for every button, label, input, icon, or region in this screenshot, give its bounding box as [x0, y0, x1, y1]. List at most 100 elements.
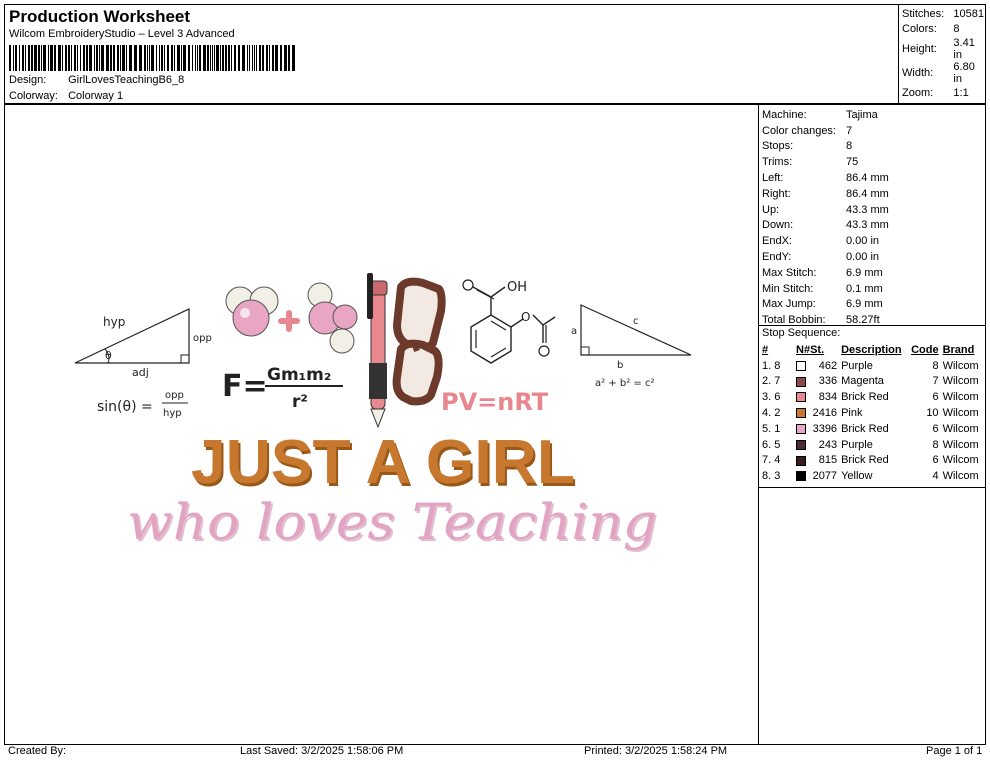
worksheet-footer: Created By: Last Saved: 3/2/2025 1:58:06… — [4, 744, 986, 758]
stop-brand: Wilcom — [942, 375, 979, 388]
color-swatch — [796, 455, 806, 466]
machine-value: 43.3 mm — [846, 219, 889, 232]
stop-description: Pink — [841, 407, 863, 420]
stat-row: Colors: 8 — [902, 22, 984, 38]
trig-frac-num: opp — [165, 390, 184, 401]
chem-oh-label: OH — [507, 280, 527, 295]
stat-label: Width: — [902, 67, 934, 79]
stop-description: Brick Red — [841, 422, 889, 435]
machine-value: 75 — [846, 156, 859, 169]
machine-label: EndX: — [762, 235, 792, 248]
plus-icon — [278, 310, 300, 332]
color-swatch — [796, 423, 806, 434]
stat-label: Zoom: — [902, 86, 934, 99]
page-number: Page 1 of 1 — [926, 745, 983, 757]
stop-stitch-count: 3396 — [812, 422, 838, 435]
stop-stitch-count: 462 — [818, 359, 838, 372]
stop-description: Purple — [841, 359, 873, 372]
stop-description: Magenta — [841, 375, 884, 388]
color-swatch — [796, 439, 806, 450]
stat-label: Colors: — [902, 23, 937, 36]
stat-value: 3.41 in — [953, 37, 975, 61]
color-swatch-cell — [796, 437, 810, 453]
pythag-c-label: c — [633, 316, 639, 327]
stop-brand: Wilcom — [942, 407, 979, 420]
machine-label: Max Jump: — [762, 298, 816, 311]
panel-divider — [759, 487, 985, 488]
stop-seq: 6. 5 — [762, 438, 781, 451]
design-stats-table: Stitches: 10581 Colors: 8 Height: 3.41 in Widt… — [902, 6, 984, 101]
design-label: Design: — [9, 74, 47, 86]
stop-brand: Wilcom — [942, 359, 979, 372]
stop-stitch-count: 834 — [818, 391, 838, 404]
stop-sequence-row: 4. 2 2416 Pink 10 Wilcom — [762, 405, 984, 421]
color-swatch — [796, 392, 806, 403]
stop-seq: 1. 8 — [762, 359, 781, 372]
molecule-icon-2 — [307, 282, 358, 354]
last-saved: Last Saved: 3/2/2025 1:58:06 PM — [240, 745, 404, 757]
color-swatch-cell — [796, 374, 810, 390]
colorway-value: Colorway 1 — [68, 90, 124, 102]
gravity-denominator: r² — [292, 392, 308, 412]
stop-sequence-row: 8. 3 2077 Yellow 4 Wilcom — [762, 468, 984, 484]
machine-label: Down: — [762, 219, 794, 232]
machine-value: 86.4 mm — [846, 187, 889, 200]
stop-description: Brick Red — [841, 454, 889, 467]
stop-description: Yellow — [841, 470, 873, 483]
color-swatch — [796, 471, 806, 482]
stop-seq: 5. 1 — [762, 422, 781, 435]
stat-label: Stitches: — [902, 7, 945, 20]
stop-code: 6 — [932, 391, 939, 404]
pythagoras-triangle: a c b a² + b² = c² — [571, 304, 692, 389]
pen-icon — [367, 273, 388, 429]
gravity-f: F= — [222, 369, 268, 404]
design-row: Design: GirlLovesTeachingB6_8 — [9, 74, 184, 86]
stop-code: 6 — [932, 422, 939, 435]
trig-triangle: hyp opp adj θ sin(θ) = opp hyp — [74, 308, 212, 419]
trig-sin-text: sin(θ) = — [97, 399, 153, 415]
machine-label: Right: — [762, 187, 791, 200]
stop-seq: 8. 3 — [762, 470, 781, 483]
stop-sequence-row: 6. 5 243 Purple 8 Wilcom — [762, 437, 984, 453]
stop-description: Brick Red — [841, 391, 889, 404]
col-header-seq: # — [762, 343, 769, 356]
stop-seq: 7. 4 — [762, 454, 781, 467]
stop-sequence-row: 1. 8 462 Purple 8 Wilcom — [762, 358, 984, 374]
machine-label: Max Stitch: — [762, 266, 817, 279]
stat-value: 6.80 in — [953, 61, 975, 85]
machine-row: Machine: Tajima — [762, 107, 889, 123]
chem-o-label: O — [521, 310, 530, 324]
machine-label: Color changes: — [762, 124, 836, 137]
stop-code: 7 — [932, 375, 939, 388]
stop-sequence-title: Stop Sequence: — [762, 327, 841, 339]
stop-seq: 4. 2 — [762, 407, 781, 420]
script-line-text: who loves Teaching — [127, 493, 657, 551]
stop-brand: Wilcom — [942, 454, 979, 467]
machine-row: Color changes: 7 — [762, 123, 889, 139]
stop-code: 8 — [932, 438, 939, 451]
machine-value: 7 — [846, 124, 853, 137]
stat-label: Height: — [902, 43, 937, 55]
stop-sequence-row: 7. 4 815 Brick Red 6 Wilcom — [762, 453, 984, 469]
stop-sequence-panel: Stop Sequence: # N# St. Description Code… — [759, 325, 985, 485]
stat-row: Zoom: 1:1 — [902, 85, 984, 101]
machine-row: Down: 43.3 mm — [762, 218, 889, 234]
stop-sequence-row: 3. 6 834 Brick Red 6 Wilcom — [762, 389, 984, 405]
machine-value: 86.4 mm — [846, 172, 889, 185]
molecule-icon — [225, 286, 279, 337]
stop-code: 10 — [926, 407, 939, 420]
col-header-st: St. — [810, 343, 825, 356]
machine-row: EndX: 0.00 in — [762, 233, 889, 249]
machine-row: Min Stitch: 0.1 mm — [762, 281, 889, 297]
col-header-description: Description — [841, 343, 902, 356]
machine-row: Max Jump: 6.9 mm — [762, 297, 889, 313]
chemical-structure: OH O — [462, 279, 556, 364]
gravity-numerator: Gm₁m₂ — [267, 365, 331, 385]
gas-law-formula: PV=nRT — [441, 388, 549, 416]
color-swatch-cell — [796, 389, 810, 405]
color-swatch-cell — [796, 358, 810, 374]
trig-theta-label: θ — [105, 349, 112, 362]
design-canvas: hyp opp adj θ sin(θ) = opp hyp F= Gm₁m₂ … — [4, 104, 759, 745]
stop-code: 8 — [932, 359, 939, 372]
machine-label: Stops: — [762, 140, 794, 153]
